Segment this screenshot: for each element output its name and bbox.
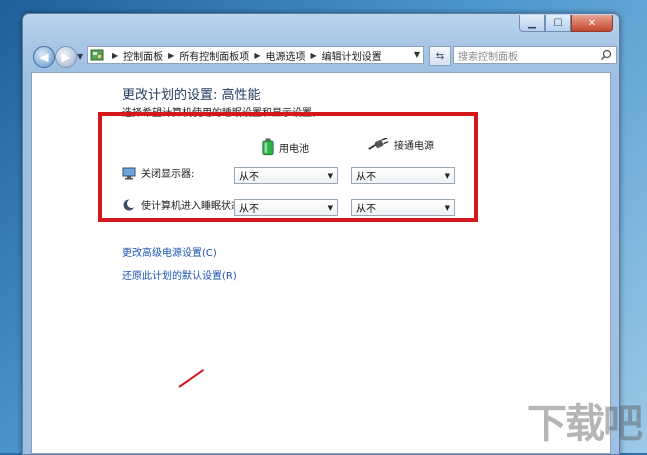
search-input[interactable]: 搜索控制面板 — [453, 46, 617, 64]
advanced-power-settings-link[interactable]: 更改高级电源设置(C) — [122, 244, 217, 259]
page-title: 更改计划的设置: 高性能 — [122, 88, 261, 103]
restore-defaults-link[interactable]: 还原此计划的默认设置(R) — [122, 267, 237, 282]
breadcrumb-edit-plan[interactable]: 编辑计划设置 — [322, 48, 382, 63]
back-button[interactable]: ◀ — [33, 46, 55, 68]
window-caption-buttons: ▁ ☐ ✕ — [519, 15, 613, 32]
recent-pages-dropdown-icon[interactable]: ▼ — [77, 52, 83, 61]
minimize-button[interactable]: ▁ — [519, 15, 545, 32]
search-placeholder: 搜索控制面板 — [458, 51, 518, 63]
explorer-window: ▁ ☐ ✕ ◀ ▶ ▼ ▶ 控制面板 ▶ 所有控制面板项 ▶ 电源选项 ▶ 编辑… — [22, 13, 620, 455]
refresh-icon: ⇆ — [435, 50, 445, 62]
breadcrumb-separator-icon: ▶ — [112, 50, 119, 60]
forward-button[interactable]: ▶ — [55, 46, 77, 68]
breadcrumb-power-options[interactable]: 电源选项 — [265, 48, 305, 63]
maximize-button[interactable]: ☐ — [545, 15, 571, 32]
site-watermark-logo: 下载吧 — [527, 401, 643, 447]
address-bar[interactable]: ▶ 控制面板 ▶ 所有控制面板项 ▶ 电源选项 ▶ 编辑计划设置 ▼ — [87, 46, 424, 64]
navigation-bar: ◀ ▶ ▼ ▶ 控制面板 ▶ 所有控制面板项 ▶ 电源选项 ▶ 编辑计划设置 ▼… — [29, 44, 617, 68]
blank-area — [242, 268, 572, 418]
breadcrumb-all-items[interactable]: 所有控制面板项 — [179, 48, 249, 63]
breadcrumb-separator-icon: ▶ — [254, 50, 261, 60]
breadcrumb-control-panel[interactable]: 控制面板 — [123, 48, 163, 63]
content-pane: 更改计划的设置: 高性能 选择希望计算机使用的睡眠设置和显示设置。 用电池 接通… — [31, 72, 611, 454]
close-button[interactable]: ✕ — [571, 15, 613, 32]
control-panel-icon — [90, 49, 104, 61]
breadcrumb-separator-icon: ▶ — [310, 50, 317, 60]
breadcrumb-separator-icon: ▶ — [168, 50, 175, 60]
address-dropdown-icon[interactable]: ▼ — [414, 50, 420, 59]
refresh-button[interactable]: ⇆ — [429, 46, 451, 66]
search-icon[interactable] — [600, 49, 612, 61]
highlight-annotation-box — [98, 112, 478, 222]
